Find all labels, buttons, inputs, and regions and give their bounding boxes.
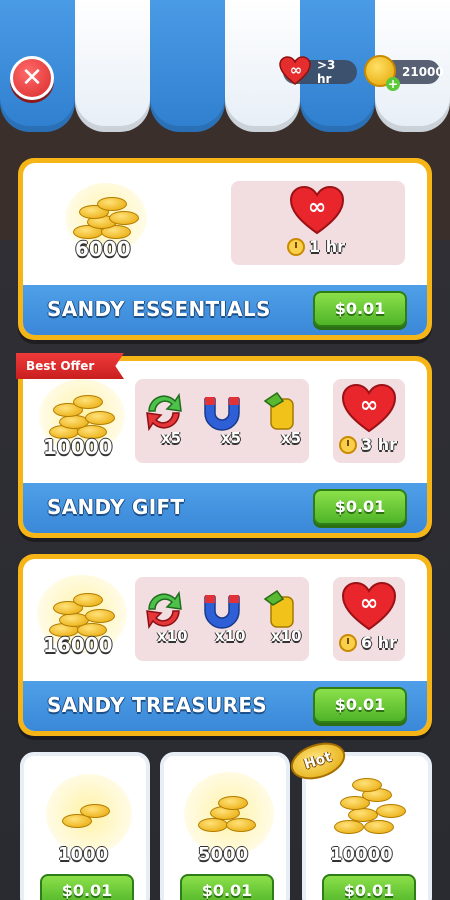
lives-counter[interactable]: ∞ >3 hr <box>279 56 357 86</box>
coins-value: 21000 <box>402 65 444 79</box>
infinity-icon: ∞ <box>307 195 327 220</box>
coin-icon <box>348 808 378 822</box>
booster-count: x10 <box>215 627 246 645</box>
lives-time: 3 hr <box>361 435 397 454</box>
buy-button[interactable]: $0.01 <box>180 874 274 900</box>
coin-icon <box>226 818 256 832</box>
offer-title-bar: SANDY TREASURES $0.01 <box>23 681 427 731</box>
coin <box>97 197 127 211</box>
coins-amount: 10000 <box>43 435 113 459</box>
offer-card-body: 16000 x10 x10 x10 ∞ 6 hr SANDY TREASURES… <box>23 559 427 731</box>
booster-count: x5 <box>221 429 242 447</box>
clock-icon <box>339 633 357 652</box>
offer-title: SANDY TREASURES <box>47 693 268 717</box>
boosters-panel: x10 x10 x10 <box>135 577 309 661</box>
offer-title-bar: SANDY GIFT $0.01 <box>23 483 427 533</box>
coin-icon <box>364 820 394 834</box>
clock-icon <box>287 237 305 256</box>
clock-icon <box>339 435 357 454</box>
buy-button[interactable]: $0.01 <box>313 687 407 723</box>
buy-button[interactable]: $0.01 <box>40 874 134 900</box>
infinity-icon: ∞ <box>359 591 379 616</box>
close-icon: ✕ <box>21 63 43 93</box>
lives-timer: 3 hr <box>339 435 397 454</box>
buy-button[interactable]: $0.01 <box>313 291 407 327</box>
awning-stripe <box>75 0 150 132</box>
coin-icon <box>218 796 248 810</box>
lives-panel: ∞ 3 hr <box>333 379 405 463</box>
coin-icon <box>80 804 110 818</box>
booster-count: x10 <box>157 627 188 645</box>
infinity-icon: ∞ <box>359 393 379 418</box>
lives-timer: 6 hr <box>339 633 397 652</box>
coin-pack-card: 5000 $0.01 <box>160 752 290 900</box>
offer-card-body: 6000 ∞ 1 hr SANDY ESSENTIALS $0.01 <box>23 163 427 335</box>
lives-value: >3 hr <box>317 58 336 86</box>
offer-card-gift: 10000 x5 x5 x5 ∞ 3 hr SANDY GIFT $0.01 <box>18 356 432 538</box>
coin-pack-card: 1000 $0.01 <box>20 752 150 900</box>
booster-count: x5 <box>281 429 302 447</box>
offer-card-treasures: 16000 x10 x10 x10 ∞ 6 hr SANDY TREASURES… <box>18 554 432 736</box>
offer-card-body: 10000 x5 x5 x5 ∞ 3 hr SANDY GIFT $0.01 <box>23 361 427 533</box>
offer-card-essentials: 6000 ∞ 1 hr SANDY ESSENTIALS $0.01 <box>18 158 432 340</box>
coin-icon <box>352 778 382 792</box>
coin <box>109 211 139 225</box>
coins-amount: 6000 <box>75 237 131 261</box>
offer-title: SANDY GIFT <box>47 495 185 519</box>
coin-add-icon <box>364 55 400 91</box>
coin <box>73 395 103 409</box>
boosters-panel: x5 x5 x5 <box>135 379 309 463</box>
offer-title-bar: SANDY ESSENTIALS $0.01 <box>23 285 427 335</box>
booster-count: x5 <box>161 429 182 447</box>
buy-button[interactable]: $0.01 <box>313 489 407 525</box>
coin <box>85 609 115 623</box>
lives-timer: 1 hr <box>287 237 345 256</box>
offer-title: SANDY ESSENTIALS <box>47 297 271 321</box>
pack-amount: 10000 <box>330 844 393 865</box>
coin-icon <box>198 818 228 832</box>
coin-icon <box>334 820 364 834</box>
booster-count: x10 <box>271 627 302 645</box>
coin <box>73 593 103 607</box>
lives-panel: ∞ 6 hr <box>333 577 405 661</box>
coins-counter[interactable]: 21000 <box>364 55 444 91</box>
pack-amount: 1000 <box>58 844 109 865</box>
lives-panel: ∞ 1 hr <box>231 181 405 265</box>
coin <box>85 411 115 425</box>
coin-icon <box>376 804 406 818</box>
infinity-icon: ∞ <box>289 61 303 79</box>
close-button[interactable]: ✕ <box>10 56 54 100</box>
lives-time: 6 hr <box>361 633 397 652</box>
pack-amount: 5000 <box>198 844 249 865</box>
coins-amount: 16000 <box>43 633 113 657</box>
lives-time: 1 hr <box>309 237 345 256</box>
best-offer-badge: Best Offer <box>16 353 124 379</box>
awning-stripe <box>150 0 225 132</box>
buy-button[interactable]: $0.01 <box>322 874 416 900</box>
